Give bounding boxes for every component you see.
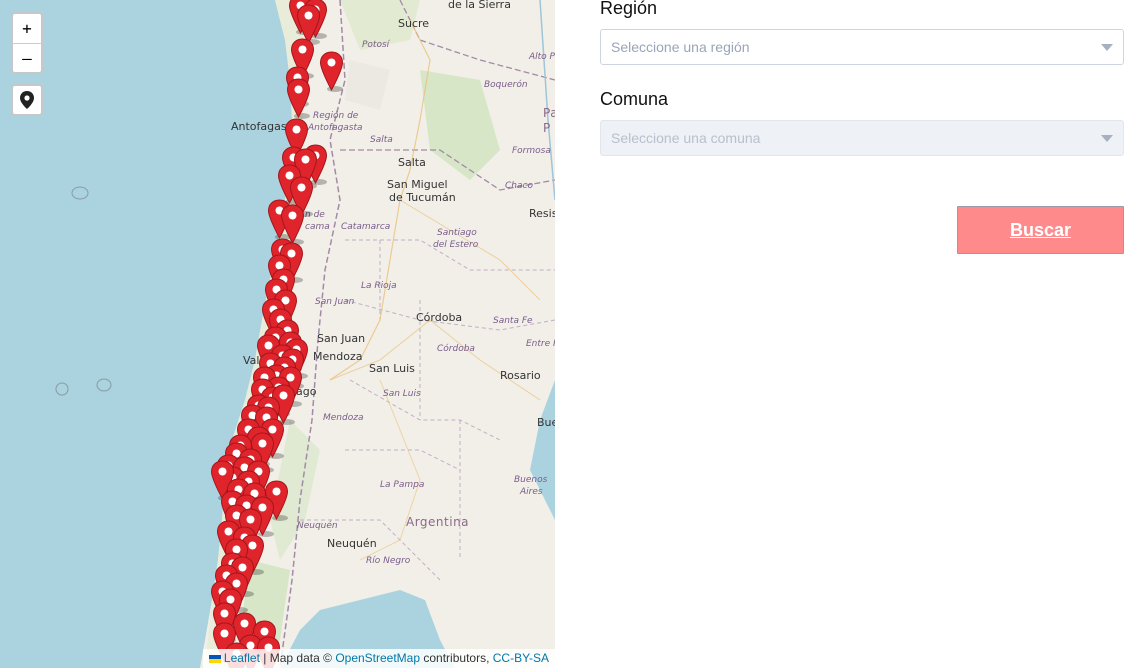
attribution-contributors: contributors, (423, 651, 490, 665)
attribution-map-data: Map data © (269, 651, 332, 665)
comuna-select[interactable]: Seleccione una comuna (600, 120, 1124, 156)
comuna-label: Comuna (600, 89, 669, 109)
zoom-out-button[interactable]: – (13, 43, 41, 72)
map-marker-icon[interactable] (286, 78, 311, 119)
region-select[interactable]: Seleccione una región (600, 29, 1124, 65)
marker-layer (0, 0, 555, 668)
search-button[interactable]: Buscar (957, 206, 1124, 254)
region-label: Región (600, 0, 658, 18)
leaflet-link[interactable]: Leaflet (224, 651, 260, 665)
openstreetmap-link[interactable]: OpenStreetMap (335, 651, 420, 665)
ukraine-flag-icon (208, 654, 221, 663)
chevron-down-icon (1101, 44, 1113, 51)
zoom-in-button[interactable]: + (13, 14, 41, 43)
map-attribution: Leaflet | Map data © OpenStreetMap contr… (202, 649, 555, 668)
chevron-down-icon (1101, 135, 1113, 142)
map-view[interactable]: de la Sierra Sucre Potosí Alto P Boqueró… (0, 0, 555, 668)
cc-by-sa-link[interactable]: CC-BY-SA (493, 651, 549, 665)
comuna-select-placeholder: Seleccione una comuna (611, 130, 761, 146)
locate-button[interactable] (11, 84, 43, 116)
map-marker-icon[interactable] (319, 51, 344, 92)
attribution-separator: | (263, 651, 267, 665)
map-pin-icon (20, 91, 34, 109)
region-select-placeholder: Seleccione una región (611, 39, 750, 55)
zoom-control: + – (11, 12, 43, 74)
